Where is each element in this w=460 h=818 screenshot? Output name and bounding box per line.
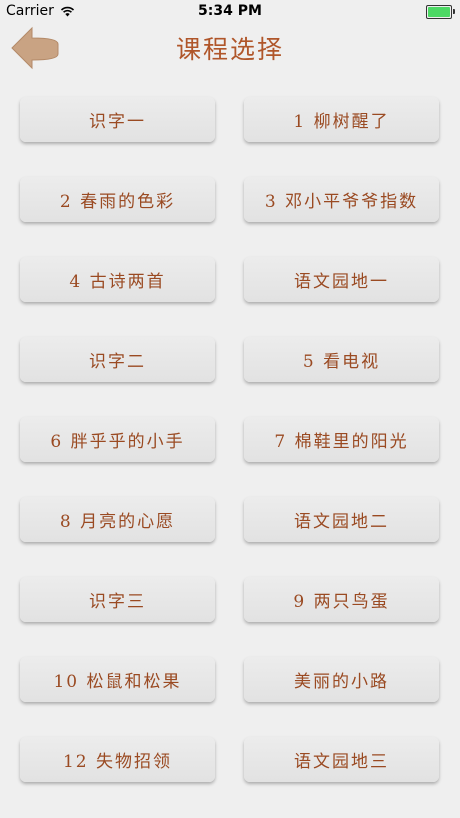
lesson-button[interactable]: 5 看电视 — [244, 337, 439, 382]
lesson-button[interactable]: 识字一 — [20, 97, 215, 142]
lesson-button[interactable]: 8 月亮的心愿 — [20, 497, 215, 542]
lesson-button[interactable]: 语文园地三 — [244, 737, 439, 782]
clock: 5:34 PM — [198, 3, 262, 19]
battery-icon — [426, 5, 455, 19]
status-bar: Carrier 5:34 PM — [0, 0, 460, 24]
lesson-button[interactable]: 9 两只鸟蛋 — [244, 577, 439, 622]
lesson-button[interactable]: 3 邓小平爷爷指数 — [244, 177, 439, 222]
lesson-button[interactable]: 12 失物招领 — [20, 737, 215, 782]
lesson-button[interactable]: 6 胖乎乎的小手 — [20, 417, 215, 462]
lesson-button[interactable]: 语文园地二 — [244, 497, 439, 542]
lesson-grid: 识字一 1 柳树醒了 2 春雨的色彩 3 邓小平爷爷指数 4 古诗两首 语文园地… — [20, 97, 439, 782]
lesson-button[interactable]: 识字二 — [20, 337, 215, 382]
lesson-button[interactable]: 1 柳树醒了 — [244, 97, 439, 142]
status-right — [426, 5, 455, 19]
lesson-button[interactable]: 美丽的小路 — [244, 657, 439, 702]
lesson-button[interactable]: 7 棉鞋里的阳光 — [244, 417, 439, 462]
lesson-button[interactable]: 10 松鼠和松果 — [20, 657, 215, 702]
lesson-button[interactable]: 2 春雨的色彩 — [20, 177, 215, 222]
page-title: 课程选择 — [175, 35, 284, 64]
lesson-button[interactable]: 识字三 — [20, 577, 215, 622]
lesson-button[interactable]: 4 古诗两首 — [20, 257, 215, 302]
lesson-button[interactable]: 语文园地一 — [244, 257, 439, 302]
